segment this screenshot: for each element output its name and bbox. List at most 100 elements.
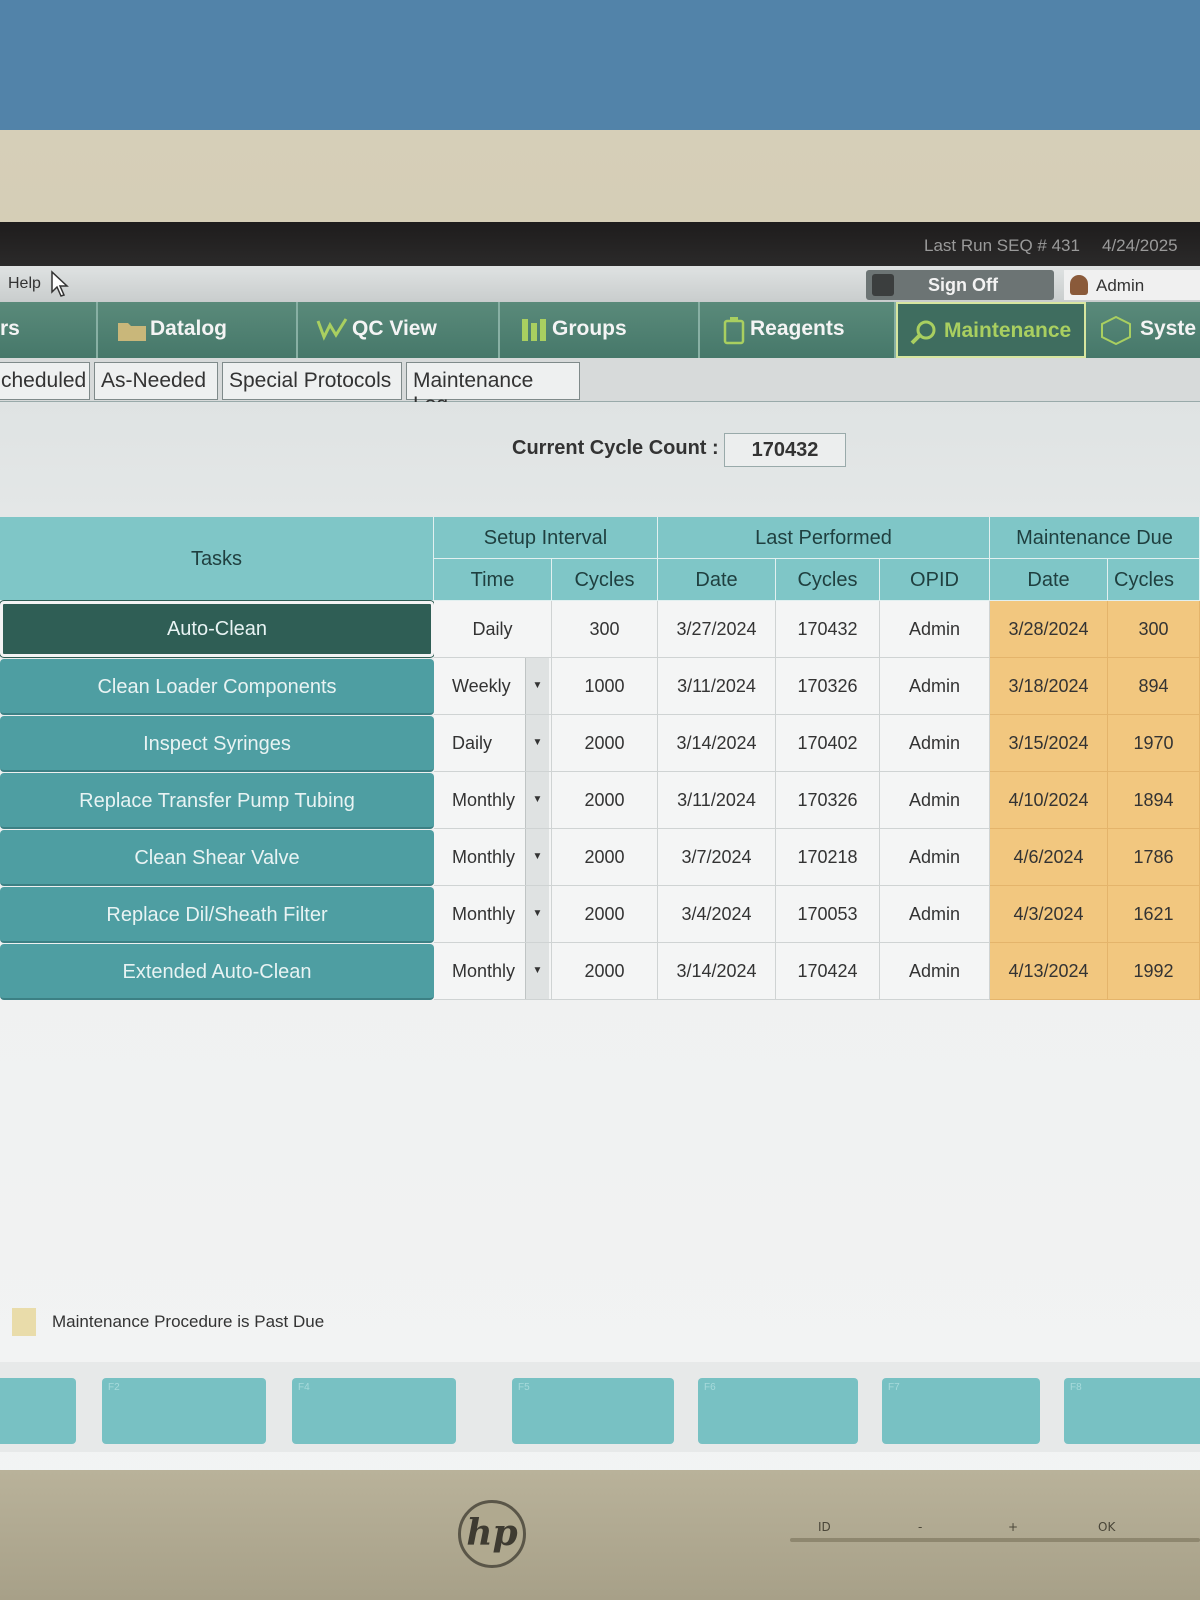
subtab-label: cheduled bbox=[1, 369, 87, 392]
function-key-f7[interactable]: F7 bbox=[882, 1378, 1040, 1444]
tab-qc-view[interactable]: QC View bbox=[298, 302, 500, 358]
system-cube-icon bbox=[1101, 315, 1131, 345]
time-select[interactable]: Monthly ▼ bbox=[434, 772, 552, 829]
header-due-date: Date bbox=[990, 559, 1108, 601]
hp-logo: hp bbox=[458, 1500, 526, 1568]
tab-system[interactable]: Syste bbox=[1090, 302, 1200, 358]
cell-cycles-left: 300 bbox=[1108, 601, 1200, 658]
monitor-buttons: ID - + OK bbox=[790, 1520, 1200, 1550]
cell-lp-cycles: 170402 bbox=[776, 715, 880, 772]
function-key[interactable] bbox=[0, 1378, 76, 1444]
last-run-seq: Last Run SEQ # 431 bbox=[924, 236, 1080, 255]
subtab-special-protocols[interactable]: Special Protocols bbox=[222, 362, 402, 400]
tab-label: Syste bbox=[1140, 317, 1197, 340]
qc-chart-icon bbox=[316, 318, 348, 341]
cell-lp-date: 3/7/2024 bbox=[658, 829, 776, 886]
tab-label: Datalog bbox=[150, 317, 228, 340]
header-tasks: Tasks bbox=[0, 517, 434, 601]
tab-partial-left[interactable]: rs bbox=[0, 302, 98, 358]
cell-opid: Admin bbox=[880, 715, 990, 772]
cell-lp-date: 3/14/2024 bbox=[658, 943, 776, 1000]
time-select[interactable]: Monthly ▼ bbox=[434, 943, 552, 1000]
function-key-f8[interactable]: F8 bbox=[1064, 1378, 1200, 1444]
tab-label: QC View bbox=[352, 317, 437, 340]
tab-maintenance[interactable]: Maintenance bbox=[896, 302, 1086, 358]
cell-lp-date: 3/14/2024 bbox=[658, 715, 776, 772]
time-select[interactable]: Weekly ▼ bbox=[434, 658, 552, 715]
header-cycles-left: Cycles Le bbox=[1108, 559, 1200, 633]
past-due-legend-swatch bbox=[12, 1308, 36, 1336]
chevron-down-icon[interactable]: ▼ bbox=[525, 829, 549, 885]
task-button-replace-dil-sheath-filter[interactable]: Replace Dil/Sheath Filter bbox=[0, 887, 434, 943]
tab-label: Reagents bbox=[750, 317, 845, 340]
help-menu[interactable]: Help bbox=[8, 275, 41, 293]
subtab-maintenance-log[interactable]: Maintenance Log bbox=[406, 362, 580, 416]
sign-off-button[interactable]: Sign Off bbox=[866, 270, 1054, 300]
task-button-replace-transfer-pump-tubing[interactable]: Replace Transfer Pump Tubing bbox=[0, 773, 434, 829]
tab-label: Groups bbox=[552, 317, 627, 340]
time-select-value: Monthly bbox=[452, 961, 516, 981]
header-time: Time bbox=[434, 559, 552, 601]
sign-off-label: Sign Off bbox=[928, 275, 998, 295]
monitor-button-minus[interactable]: - bbox=[918, 1520, 922, 1534]
time-select-value: Daily bbox=[452, 733, 493, 753]
chevron-down-icon[interactable]: ▼ bbox=[525, 772, 549, 828]
cell-cycles: 2000 bbox=[552, 886, 658, 943]
header-lp-date: Date bbox=[658, 559, 776, 601]
function-key-f2[interactable]: F2 bbox=[102, 1378, 266, 1444]
function-key-bar: F2 F4 F5 F6 F7 F8 bbox=[0, 1362, 1200, 1452]
time-select[interactable]: Monthly ▼ bbox=[434, 829, 552, 886]
cell-cycles-left: 1894 bbox=[1108, 772, 1200, 829]
tab-reagents[interactable]: Reagents bbox=[700, 302, 896, 358]
chevron-down-icon[interactable]: ▼ bbox=[525, 715, 549, 771]
cell-cycles-left: 1992 bbox=[1108, 943, 1200, 1000]
task-button-clean-shear-valve[interactable]: Clean Shear Valve bbox=[0, 830, 434, 886]
cell-cycles-left: 1970 bbox=[1108, 715, 1200, 772]
cycle-count-value: 170432 bbox=[724, 433, 846, 467]
task-button-clean-loader-components[interactable]: Clean Loader Components bbox=[0, 659, 434, 715]
task-button-extended-auto-clean[interactable]: Extended Auto-Clean bbox=[0, 944, 434, 1000]
title-bar: Last Run SEQ # 431 4/24/2025 bbox=[0, 222, 1200, 266]
cell-opid: Admin bbox=[880, 943, 990, 1000]
cell-lp-date: 3/27/2024 bbox=[658, 601, 776, 658]
cell-cycles: 2000 bbox=[552, 829, 658, 886]
cell-lp-cycles: 170053 bbox=[776, 886, 880, 943]
header-setup-interval: Setup Interval bbox=[434, 517, 658, 559]
cell-lp-cycles: 170424 bbox=[776, 943, 880, 1000]
cell-lp-cycles: 170326 bbox=[776, 658, 880, 715]
cell-cycles: 1000 bbox=[552, 658, 658, 715]
time-select-value: Weekly bbox=[452, 676, 511, 696]
cell-due-date: 3/18/2024 bbox=[990, 658, 1108, 715]
monitor-button-id[interactable]: ID bbox=[818, 1520, 831, 1534]
subtab-as-needed[interactable]: As-Needed bbox=[94, 362, 218, 400]
tab-datalog[interactable]: Datalog bbox=[98, 302, 298, 358]
cell-lp-cycles: 170218 bbox=[776, 829, 880, 886]
cycle-count-label: Current Cycle Count : bbox=[512, 437, 719, 459]
time-select-value: Monthly bbox=[452, 790, 516, 810]
cell-due-date: 3/15/2024 bbox=[990, 715, 1108, 772]
cell-lp-cycles: 170326 bbox=[776, 772, 880, 829]
cell-due-date: 4/10/2024 bbox=[990, 772, 1108, 829]
monitor-button-plus[interactable]: + bbox=[1008, 1520, 1018, 1534]
cell-cycles-left: 1786 bbox=[1108, 829, 1200, 886]
current-user: Admin bbox=[1064, 270, 1200, 300]
chevron-down-icon[interactable]: ▼ bbox=[525, 886, 549, 942]
task-button-inspect-syringes[interactable]: Inspect Syringes bbox=[0, 716, 434, 772]
time-select[interactable]: Monthly ▼ bbox=[434, 886, 552, 943]
chevron-down-icon[interactable]: ▼ bbox=[525, 943, 549, 999]
monitor-button-ok[interactable]: OK bbox=[1098, 1520, 1115, 1534]
cell-opid: Admin bbox=[880, 658, 990, 715]
cell-cycles: 2000 bbox=[552, 772, 658, 829]
function-key-f4[interactable]: F4 bbox=[292, 1378, 456, 1444]
function-key-f5[interactable]: F5 bbox=[512, 1378, 674, 1444]
chevron-down-icon[interactable]: ▼ bbox=[525, 658, 549, 714]
subtab-scheduled[interactable]: cheduled bbox=[0, 362, 90, 400]
tab-groups[interactable]: Groups bbox=[500, 302, 700, 358]
time-select[interactable]: Daily ▼ bbox=[434, 715, 552, 772]
current-date: 4/24/2025 bbox=[1102, 236, 1178, 255]
time-select-value: Monthly bbox=[452, 904, 516, 924]
function-key-f6[interactable]: F6 bbox=[698, 1378, 858, 1444]
task-button-auto-clean[interactable]: Auto-Clean bbox=[0, 600, 435, 658]
user-name: Admin bbox=[1096, 276, 1145, 295]
cell-cycles: 2000 bbox=[552, 943, 658, 1000]
